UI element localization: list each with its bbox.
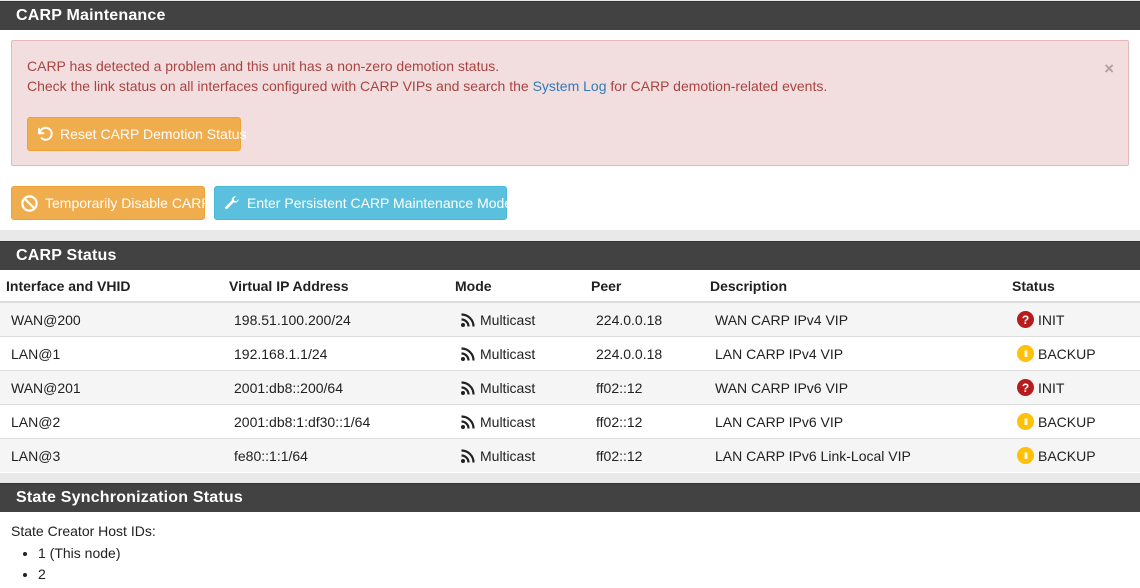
mode-cell: Multicast — [449, 336, 585, 371]
status-cell: II BACKUP — [1006, 336, 1140, 371]
description-cell: WAN CARP IPv4 VIP — [704, 301, 1006, 337]
mode-cell: Multicast — [449, 404, 585, 439]
ban-icon — [21, 194, 38, 212]
pause-circle-icon: II — [1017, 447, 1034, 464]
alert-close-button[interactable]: × — [1104, 59, 1114, 79]
carp-status-heading: CARP Status — [0, 241, 1140, 270]
status-cell: ? INIT — [1006, 370, 1140, 405]
peer-cell: ff02::12 — [585, 404, 704, 439]
table-row: WAN@200 198.51.100.200/24 Multicast 224.… — [0, 301, 1140, 337]
interface-cell: LAN@1 — [0, 336, 223, 371]
rss-icon — [461, 346, 475, 361]
vip-cell: 2001:db8::200/64 — [223, 370, 449, 405]
rss-icon — [461, 414, 475, 429]
status-label: BACKUP — [1038, 345, 1096, 362]
column-header[interactable]: Description — [704, 270, 1006, 303]
undo-icon — [38, 126, 53, 141]
description-cell: WAN CARP IPv6 VIP — [704, 370, 1006, 405]
alert-line-2: Check the link status on all interfaces … — [27, 78, 827, 94]
vip-cell: 198.51.100.200/24 — [223, 301, 449, 337]
mode-cell: Multicast — [449, 301, 585, 337]
column-header[interactable]: Mode — [449, 270, 585, 303]
alert-line-2-after: for CARP demotion-related events. — [610, 78, 828, 94]
table-header-row: Interface and VHID Virtual IP Address Mo… — [0, 270, 1140, 303]
status-cell: ? INIT — [1006, 301, 1140, 337]
question-circle-icon: ? — [1017, 379, 1034, 396]
maintenance-mode-button[interactable]: Enter Persistent CARP Maintenance Mode — [214, 186, 512, 220]
table-row: LAN@3 fe80::1:1/64 Multicast ff02::12 LA… — [0, 438, 1140, 472]
mode-label: Multicast — [480, 413, 536, 430]
column-header[interactable]: Virtual IP Address — [223, 270, 449, 303]
state-sync-heading: State Synchronization Status — [0, 483, 1140, 512]
description-cell: LAN CARP IPv6 Link-Local VIP — [704, 438, 1006, 472]
status-cell: II BACKUP — [1006, 404, 1140, 439]
status-label: INIT — [1038, 379, 1065, 396]
host-ids-label: State Creator Host IDs: — [11, 523, 156, 539]
peer-cell: ff02::12 — [585, 370, 704, 405]
vip-cell: 2001:db8:1:df30::1/64 — [223, 404, 449, 439]
column-header[interactable]: Peer — [585, 270, 704, 303]
status-label: BACKUP — [1038, 447, 1096, 464]
carp-status-table: Interface and VHID Virtual IP Address Mo… — [0, 270, 1140, 472]
interface-cell: LAN@3 — [0, 438, 223, 472]
pause-circle-icon: II — [1017, 413, 1034, 430]
interface-cell: WAN@201 — [0, 370, 223, 405]
column-header[interactable]: Interface and VHID — [0, 270, 223, 303]
maintenance-mode-label: Enter Persistent CARP Maintenance Mode — [247, 195, 513, 211]
peer-cell: 224.0.0.18 — [585, 336, 704, 371]
carp-maintenance-panel: CARP Maintenance CARP has detected a pro… — [0, 1, 1140, 230]
rss-icon — [461, 312, 475, 327]
status-label: INIT — [1038, 311, 1065, 328]
alert-line-1: CARP has detected a problem and this uni… — [27, 58, 500, 74]
rss-icon — [461, 448, 475, 463]
status-cell: II BACKUP — [1006, 438, 1140, 472]
list-item: 2 — [38, 564, 156, 585]
alert-line-2-before: Check the link status on all interfaces … — [27, 78, 529, 94]
carp-maintenance-heading: CARP Maintenance — [0, 1, 1140, 30]
state-sync-panel: State Synchronization Status State Creat… — [0, 483, 1140, 588]
table-row: LAN@1 192.168.1.1/24 Multicast 224.0.0.1… — [0, 336, 1140, 371]
mode-label: Multicast — [480, 345, 536, 362]
table-row: LAN@2 2001:db8:1:df30::1/64 Multicast ff… — [0, 404, 1140, 439]
peer-cell: ff02::12 — [585, 438, 704, 472]
description-cell: LAN CARP IPv4 VIP — [704, 336, 1006, 371]
carp-status-panel: CARP Status Interface and VHID Virtual I… — [0, 241, 1140, 473]
host-ids-list: 1 (This node) 2 — [11, 543, 156, 585]
peer-cell: 224.0.0.18 — [585, 301, 704, 337]
mode-label: Multicast — [480, 447, 536, 464]
mode-label: Multicast — [480, 379, 536, 396]
status-label: BACKUP — [1038, 413, 1096, 430]
rss-icon — [461, 380, 475, 395]
table-row: WAN@201 2001:db8::200/64 Multicast ff02:… — [0, 370, 1140, 405]
column-header[interactable]: Status — [1006, 270, 1140, 303]
wrench-icon — [225, 196, 239, 210]
mode-cell: Multicast — [449, 370, 585, 405]
vip-cell: 192.168.1.1/24 — [223, 336, 449, 371]
disable-carp-label: Temporarily Disable CARP — [45, 195, 211, 211]
mode-label: Multicast — [480, 311, 536, 328]
list-item: 1 (This node) — [38, 543, 156, 564]
interface-cell: WAN@200 — [0, 301, 223, 337]
demotion-alert: CARP has detected a problem and this uni… — [11, 40, 1129, 166]
reset-demotion-label: Reset CARP Demotion Status — [60, 126, 247, 142]
description-cell: LAN CARP IPv6 VIP — [704, 404, 1006, 439]
state-sync-body: State Creator Host IDs: 1 (This node) 2 — [11, 523, 156, 585]
system-log-link[interactable]: System Log — [533, 78, 607, 94]
mode-cell: Multicast — [449, 438, 585, 472]
pause-circle-icon: II — [1017, 345, 1034, 362]
reset-demotion-button[interactable]: Reset CARP Demotion Status — [27, 117, 247, 151]
interface-cell: LAN@2 — [0, 404, 223, 439]
vip-cell: fe80::1:1/64 — [223, 438, 449, 472]
disable-carp-button[interactable]: Temporarily Disable CARP — [11, 186, 211, 220]
question-circle-icon: ? — [1017, 311, 1034, 328]
